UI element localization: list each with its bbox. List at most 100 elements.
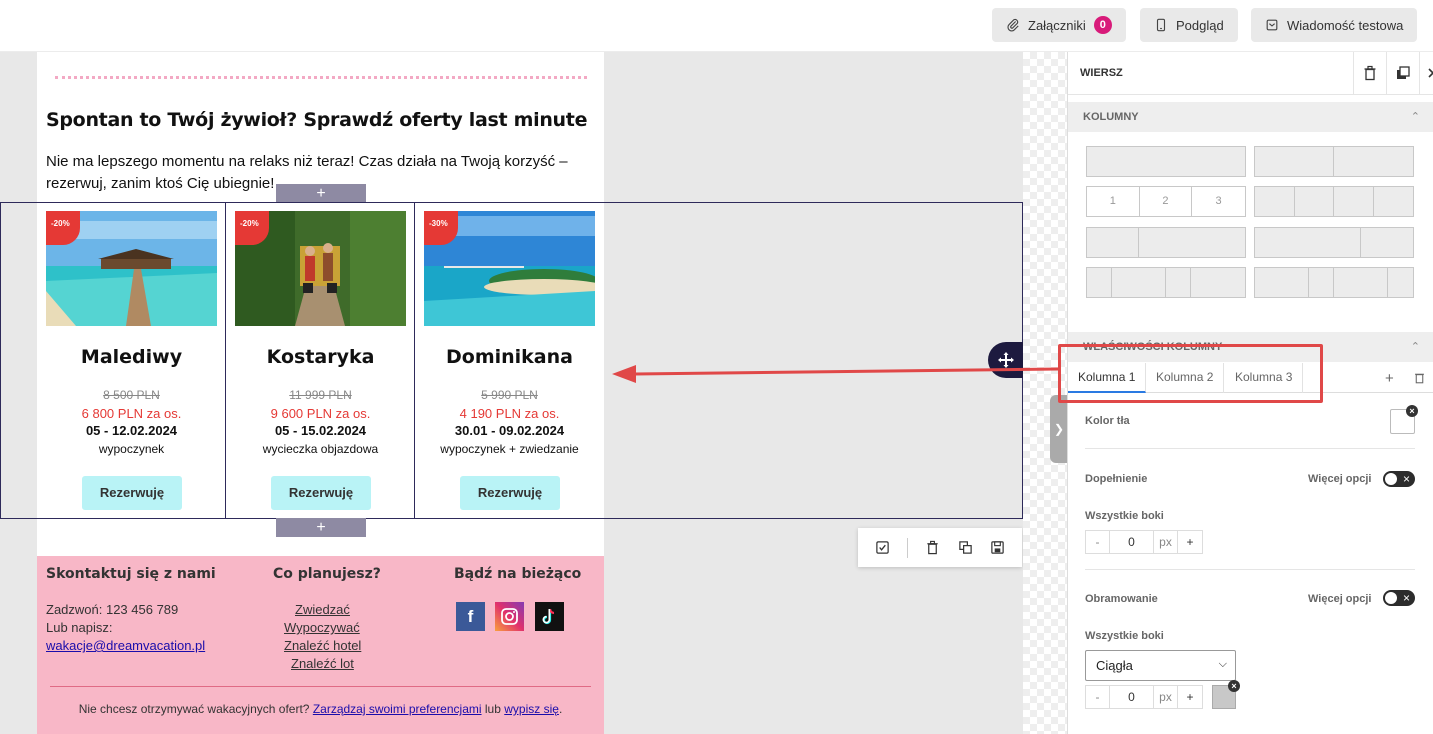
padding-all-sides-label: Wszystkie boki: [1085, 510, 1164, 522]
contact-heading: Skontaktuj się z nami: [46, 566, 216, 582]
layout-mixed-4b-columns[interactable]: [1254, 267, 1414, 298]
plan-link-hotel[interactable]: Znaleźć hotel: [284, 638, 361, 653]
trip-dates: 30.01 - 09.02.2024: [454, 423, 565, 438]
test-message-button[interactable]: Wiadomość testowa: [1251, 8, 1418, 42]
email-headline[interactable]: Spontan to Twój żywioł? Sprawdź oferty l…: [46, 109, 587, 131]
panel-title: WIERSZ: [1080, 67, 1123, 79]
layout-2-1-columns[interactable]: [1254, 227, 1414, 258]
layout-4-columns[interactable]: [1254, 186, 1414, 217]
header-separator: [1386, 52, 1387, 95]
columns-section-header[interactable]: KOLUMNY ⌃: [1068, 102, 1433, 132]
trash-icon[interactable]: [925, 540, 940, 555]
book-button[interactable]: Rezerwuję: [82, 476, 182, 510]
border-width-value[interactable]: 0: [1110, 686, 1154, 708]
trash-icon[interactable]: [1362, 65, 1378, 81]
border-width-stepper[interactable]: - 0 px +: [1085, 685, 1203, 709]
divider: [1085, 448, 1415, 449]
increment-button[interactable]: +: [1178, 531, 1202, 553]
instagram-icon[interactable]: [495, 602, 524, 631]
decrement-button[interactable]: -: [1086, 686, 1110, 708]
write-text: Lub napisz:: [46, 620, 113, 635]
header-separator: [1419, 52, 1420, 95]
book-button[interactable]: Rezerwuję: [460, 476, 560, 510]
layout-1-column[interactable]: [1086, 146, 1246, 177]
layout-mixed-4-columns[interactable]: [1086, 267, 1246, 298]
new-price: 6 800 PLN za os.: [81, 406, 182, 421]
add-row-above-button[interactable]: +: [276, 184, 366, 203]
layout-1-2-columns[interactable]: [1086, 227, 1246, 258]
old-price: 5 990 PLN: [481, 388, 538, 402]
trip-type: wypoczynek + zwiedzanie: [440, 442, 579, 456]
new-price: 4 190 PLN za os.: [459, 406, 560, 421]
chevron-up-icon: ⌃: [1410, 341, 1420, 353]
add-column-icon[interactable]: +: [1385, 370, 1394, 387]
columns-section-label: KOLUMNY: [1083, 111, 1139, 123]
message-icon: [1266, 19, 1278, 31]
old-price: 11 999 PLN: [289, 388, 352, 402]
collapse-panel-tab[interactable]: ❯: [1050, 395, 1068, 463]
duplicate-icon[interactable]: [1395, 65, 1411, 81]
discount-badge: -20%: [235, 211, 269, 245]
column-1[interactable]: -20% Malediwy 8 500 PLN 6 800 PLN za os.…: [37, 203, 226, 518]
trip-type: wypoczynek: [98, 442, 165, 456]
layout-3-columns[interactable]: 123: [1086, 186, 1246, 217]
check-icon[interactable]: [875, 540, 890, 555]
social-heading: Bądź na bieżąco: [454, 566, 582, 582]
increment-button[interactable]: +: [1178, 686, 1202, 708]
old-price: 8 500 PLN: [103, 388, 160, 402]
row-tools-bar: [858, 528, 1022, 567]
plans-heading: Co planujesz?: [273, 566, 381, 582]
unit-label: px: [1154, 531, 1178, 553]
close-icon[interactable]: [1425, 65, 1433, 81]
trash-icon[interactable]: [1413, 371, 1426, 384]
toolbar-separator: [907, 537, 909, 558]
dominican-image: -30%: [424, 211, 595, 326]
column-3[interactable]: -30% Dominikana 5 990 PLN 4 190 PLN za o…: [415, 203, 604, 518]
add-row-below-button[interactable]: +: [276, 518, 366, 537]
border-more-options-label: Więcej opcji: [1308, 593, 1372, 605]
or-text: lub: [484, 702, 501, 716]
manage-preferences-link[interactable]: Zarządzaj swoimi preferencjami: [313, 702, 482, 716]
trip-dates: 05 - 12.02.2024: [85, 423, 178, 438]
discount-badge: -30%: [424, 211, 458, 245]
card-title: Dominikana: [446, 346, 573, 368]
layout-2-columns[interactable]: [1254, 146, 1414, 177]
annotation-arrow: [612, 365, 1059, 383]
facebook-icon[interactable]: f: [456, 602, 485, 631]
divider: [1085, 569, 1415, 570]
test-message-label: Wiadomość testowa: [1287, 17, 1404, 33]
preview-label: Podgląd: [1176, 17, 1224, 33]
unsubscribe-line: Nie chcesz otrzymywać wakacyjnych ofert?…: [37, 702, 604, 716]
duplicate-icon[interactable]: [958, 540, 973, 555]
panel-header: WIERSZ: [1068, 52, 1433, 95]
unsubscribe-link[interactable]: wypisz się: [504, 702, 559, 716]
card-title: Kostaryka: [266, 346, 375, 368]
phone-icon: [1156, 18, 1166, 32]
border-style-select[interactable]: Ciągła ⌵: [1085, 650, 1236, 681]
tiktok-icon[interactable]: [535, 602, 564, 631]
decrement-button[interactable]: -: [1086, 531, 1110, 553]
plan-link-flight[interactable]: Znaleźć lot: [291, 656, 354, 671]
border-label: Obramowanie: [1085, 593, 1158, 605]
attachments-label: Załączniki: [1028, 17, 1086, 33]
clear-color-icon[interactable]: ×: [1406, 405, 1418, 417]
padding-value[interactable]: 0: [1110, 531, 1154, 553]
period-text: .: [558, 702, 563, 716]
column-2[interactable]: -20% Kostaryka 11 999 PLN 9 600 PLN za o…: [226, 203, 415, 518]
costa-rica-image: -20%: [235, 211, 406, 326]
border-all-sides-label: Wszystkie boki: [1085, 630, 1164, 642]
book-button[interactable]: Rezerwuję: [271, 476, 371, 510]
email-footer[interactable]: Skontaktuj się z nami Zadzwoń: 123 456 7…: [37, 556, 604, 734]
attachments-button[interactable]: Załączniki 0: [992, 8, 1126, 42]
save-icon[interactable]: [990, 540, 1005, 555]
padding-stepper[interactable]: - 0 px +: [1085, 530, 1203, 554]
contact-email-link[interactable]: wakacje@dreamvacation.pl: [46, 638, 205, 653]
plan-link-sightseeing[interactable]: Zwiedzać: [295, 602, 350, 617]
border-more-options-toggle[interactable]: [1383, 590, 1415, 606]
new-price: 9 600 PLN za os.: [270, 406, 371, 421]
preview-button[interactable]: Podgląd: [1140, 8, 1238, 42]
padding-more-options-toggle[interactable]: [1383, 471, 1415, 487]
plan-link-relax[interactable]: Wypoczywać: [284, 620, 360, 635]
unit-label: px: [1154, 686, 1178, 708]
clear-border-color-icon[interactable]: ×: [1228, 680, 1240, 692]
